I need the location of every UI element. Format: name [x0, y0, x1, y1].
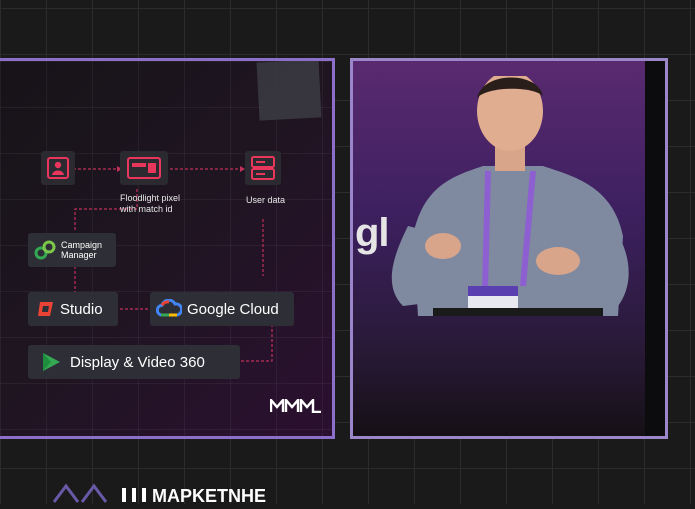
mm-brand-mark	[269, 396, 322, 418]
google-cloud-label: Google Cloud	[187, 300, 279, 318]
floodlight-node	[120, 151, 168, 185]
user-data-tile	[245, 151, 281, 185]
browser-window-icon	[127, 157, 161, 179]
studio-icon	[38, 302, 53, 316]
mm-logo	[269, 396, 321, 414]
user-data-node	[245, 151, 281, 185]
speaker-video-panel: gl	[350, 58, 668, 439]
dv360-label: Display & Video 360	[70, 353, 205, 371]
server-icon	[251, 156, 275, 180]
user-data-label: User data	[246, 195, 286, 205]
user-tile	[41, 151, 75, 185]
footer-logo-mark: MAPKETNHE	[52, 483, 266, 506]
campaign-manager-chip: Campaign Manager	[28, 233, 116, 267]
footer-logo: MAPKETNHE	[52, 482, 282, 506]
google-cloud-icon	[156, 299, 182, 317]
floodlight-tile	[120, 151, 168, 185]
user-node	[41, 151, 75, 185]
dv360-play-icon	[43, 353, 60, 371]
floodlight-label: Floodlight pixel with match id	[120, 193, 181, 214]
campaign-manager-label: Campaign Manager	[61, 240, 103, 260]
google-cloud-chip: Google Cloud	[150, 292, 294, 326]
slide-panel: Floodlight pixel with match id User data…	[0, 58, 335, 439]
user-icon	[47, 157, 69, 179]
campaign-manager-icon	[34, 240, 56, 260]
speaker-figure	[391, 76, 629, 316]
dv360-chip: Display & Video 360	[28, 345, 240, 379]
footer-logo-text: MAPKETNHE	[152, 486, 266, 504]
stage-dark-strip	[645, 61, 665, 436]
studio-label: Studio	[60, 300, 103, 318]
studio-chip: Studio	[28, 292, 118, 326]
